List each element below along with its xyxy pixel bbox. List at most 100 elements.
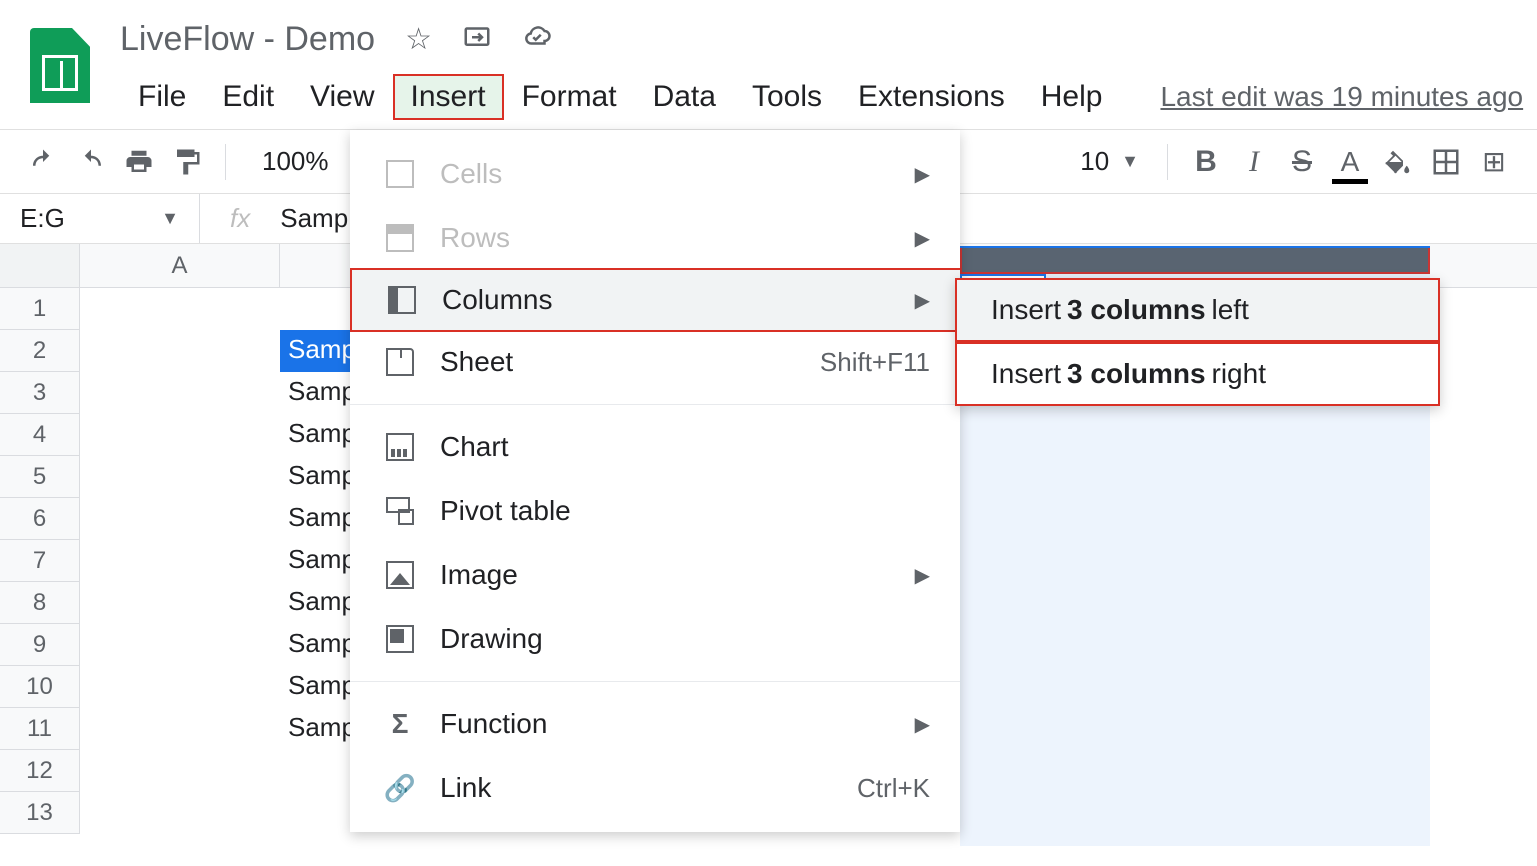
selected-column-headers[interactable] — [960, 246, 1430, 274]
menu-extensions[interactable]: Extensions — [840, 74, 1023, 120]
columns-submenu: Insert 3 columns left Insert 3 columns r… — [955, 278, 1440, 406]
insert-function[interactable]: Σ Function ▶ — [350, 692, 960, 756]
print-icon[interactable] — [121, 144, 157, 180]
insert-pivot-label: Pivot table — [440, 495, 571, 527]
chevron-down-icon: ▼ — [161, 208, 179, 229]
insert-chart-label: Chart — [440, 431, 508, 463]
row-header[interactable]: 5 — [0, 456, 80, 498]
zoom-value: 100% — [254, 146, 337, 177]
row-header[interactable]: 11 — [0, 708, 80, 750]
row-header[interactable]: 9 — [0, 624, 80, 666]
shortcut-text: Ctrl+K — [857, 773, 930, 804]
image-icon — [386, 561, 414, 589]
chevron-right-icon: ▶ — [915, 162, 930, 187]
insert-pivot[interactable]: Pivot table — [350, 479, 960, 543]
move-icon[interactable] — [462, 21, 492, 59]
insert-sheet[interactable]: Sheet Shift+F11 — [350, 330, 960, 394]
select-all-corner[interactable] — [0, 244, 80, 287]
insert-cells[interactable]: Cells ▶ — [350, 142, 960, 206]
submenu-text: Insert — [991, 358, 1061, 390]
menu-data[interactable]: Data — [635, 74, 734, 120]
cells-icon — [386, 160, 414, 188]
insert-dropdown: Cells ▶ Rows ▶ Columns ▶ Sheet Shift+F11… — [350, 130, 960, 832]
chevron-right-icon: ▶ — [915, 712, 930, 737]
menu-insert[interactable]: Insert — [393, 74, 504, 120]
fx-icon: fx — [200, 203, 280, 234]
menu-view[interactable]: View — [292, 74, 392, 120]
chevron-right-icon: ▶ — [915, 288, 930, 313]
submenu-text: left — [1212, 294, 1249, 326]
function-icon: Σ — [392, 708, 409, 740]
submenu-bold: 3 columns — [1067, 358, 1205, 390]
row-header[interactable]: 13 — [0, 792, 80, 834]
row-header[interactable]: 4 — [0, 414, 80, 456]
insert-link-label: Link — [440, 772, 491, 804]
formula-value[interactable]: Samp — [280, 203, 348, 234]
columns-icon — [388, 286, 416, 314]
name-box[interactable]: E:G ▼ — [0, 194, 200, 243]
text-color-icon[interactable]: A — [1332, 144, 1368, 180]
sheets-icon — [30, 28, 90, 103]
borders-icon[interactable] — [1428, 144, 1464, 180]
chevron-right-icon: ▶ — [915, 226, 930, 251]
star-icon[interactable]: ☆ — [405, 22, 432, 57]
submenu-text: Insert — [991, 294, 1061, 326]
row-header[interactable]: 3 — [0, 372, 80, 414]
submenu-text: right — [1212, 358, 1266, 390]
row-header[interactable]: 12 — [0, 750, 80, 792]
fill-color-icon[interactable] — [1380, 144, 1416, 180]
row-headers: 1 2 3 4 5 6 7 8 9 10 11 12 13 — [0, 288, 80, 834]
insert-columns[interactable]: Columns ▶ — [350, 268, 960, 332]
insert-sheet-label: Sheet — [440, 346, 513, 378]
redo-icon[interactable] — [73, 144, 109, 180]
chevron-down-icon: ▼ — [1121, 151, 1139, 172]
insert-link[interactable]: 🔗 Link Ctrl+K — [350, 756, 960, 820]
font-size-value: 10 — [1072, 146, 1117, 177]
insert-drawing[interactable]: Drawing — [350, 607, 960, 671]
toolbar-separator — [1167, 144, 1168, 180]
insert-columns-left[interactable]: Insert 3 columns left — [955, 278, 1440, 342]
italic-icon[interactable]: I — [1236, 144, 1272, 180]
menu-file[interactable]: File — [120, 74, 204, 120]
undo-icon[interactable] — [25, 144, 61, 180]
drawing-icon — [386, 625, 414, 653]
toolbar-separator — [225, 144, 226, 180]
zoom-dropdown[interactable]: 100% — [246, 146, 345, 177]
insert-cells-label: Cells — [440, 158, 502, 190]
insert-drawing-label: Drawing — [440, 623, 543, 655]
strikethrough-icon[interactable]: S — [1284, 144, 1320, 180]
menu-format[interactable]: Format — [504, 74, 635, 120]
paint-format-icon[interactable] — [169, 144, 205, 180]
row-header[interactable]: 10 — [0, 666, 80, 708]
row-header[interactable]: 1 — [0, 288, 80, 330]
row-header[interactable]: 2 — [0, 330, 80, 372]
document-title[interactable]: LiveFlow - Demo — [120, 20, 375, 59]
insert-rows-label: Rows — [440, 222, 510, 254]
name-box-value: E:G — [20, 203, 65, 234]
merge-cells-icon[interactable]: ⊞ — [1476, 144, 1512, 180]
link-icon: 🔗 — [384, 773, 416, 804]
chevron-right-icon: ▶ — [915, 563, 930, 588]
menu-tools[interactable]: Tools — [734, 74, 840, 120]
insert-rows[interactable]: Rows ▶ — [350, 206, 960, 270]
shortcut-text: Shift+F11 — [820, 347, 930, 378]
insert-chart[interactable]: Chart — [350, 415, 960, 479]
font-size-dropdown[interactable]: 10 ▼ — [1064, 146, 1147, 177]
insert-function-label: Function — [440, 708, 547, 740]
menu-separator — [350, 681, 960, 682]
last-edit-link[interactable]: Last edit was 19 minutes ago — [1160, 81, 1523, 113]
row-header[interactable]: 8 — [0, 582, 80, 624]
row-header[interactable]: 6 — [0, 498, 80, 540]
pivot-icon — [386, 497, 414, 525]
row-header[interactable]: 7 — [0, 540, 80, 582]
bold-icon[interactable]: B — [1188, 144, 1224, 180]
rows-icon — [386, 224, 414, 252]
insert-image[interactable]: Image ▶ — [350, 543, 960, 607]
insert-columns-right[interactable]: Insert 3 columns right — [955, 342, 1440, 406]
menu-separator — [350, 404, 960, 405]
column-header-A[interactable]: A — [80, 244, 280, 287]
menu-edit[interactable]: Edit — [204, 74, 292, 120]
cloud-icon[interactable] — [522, 21, 552, 59]
chart-icon — [386, 433, 414, 461]
menu-help[interactable]: Help — [1023, 74, 1121, 120]
